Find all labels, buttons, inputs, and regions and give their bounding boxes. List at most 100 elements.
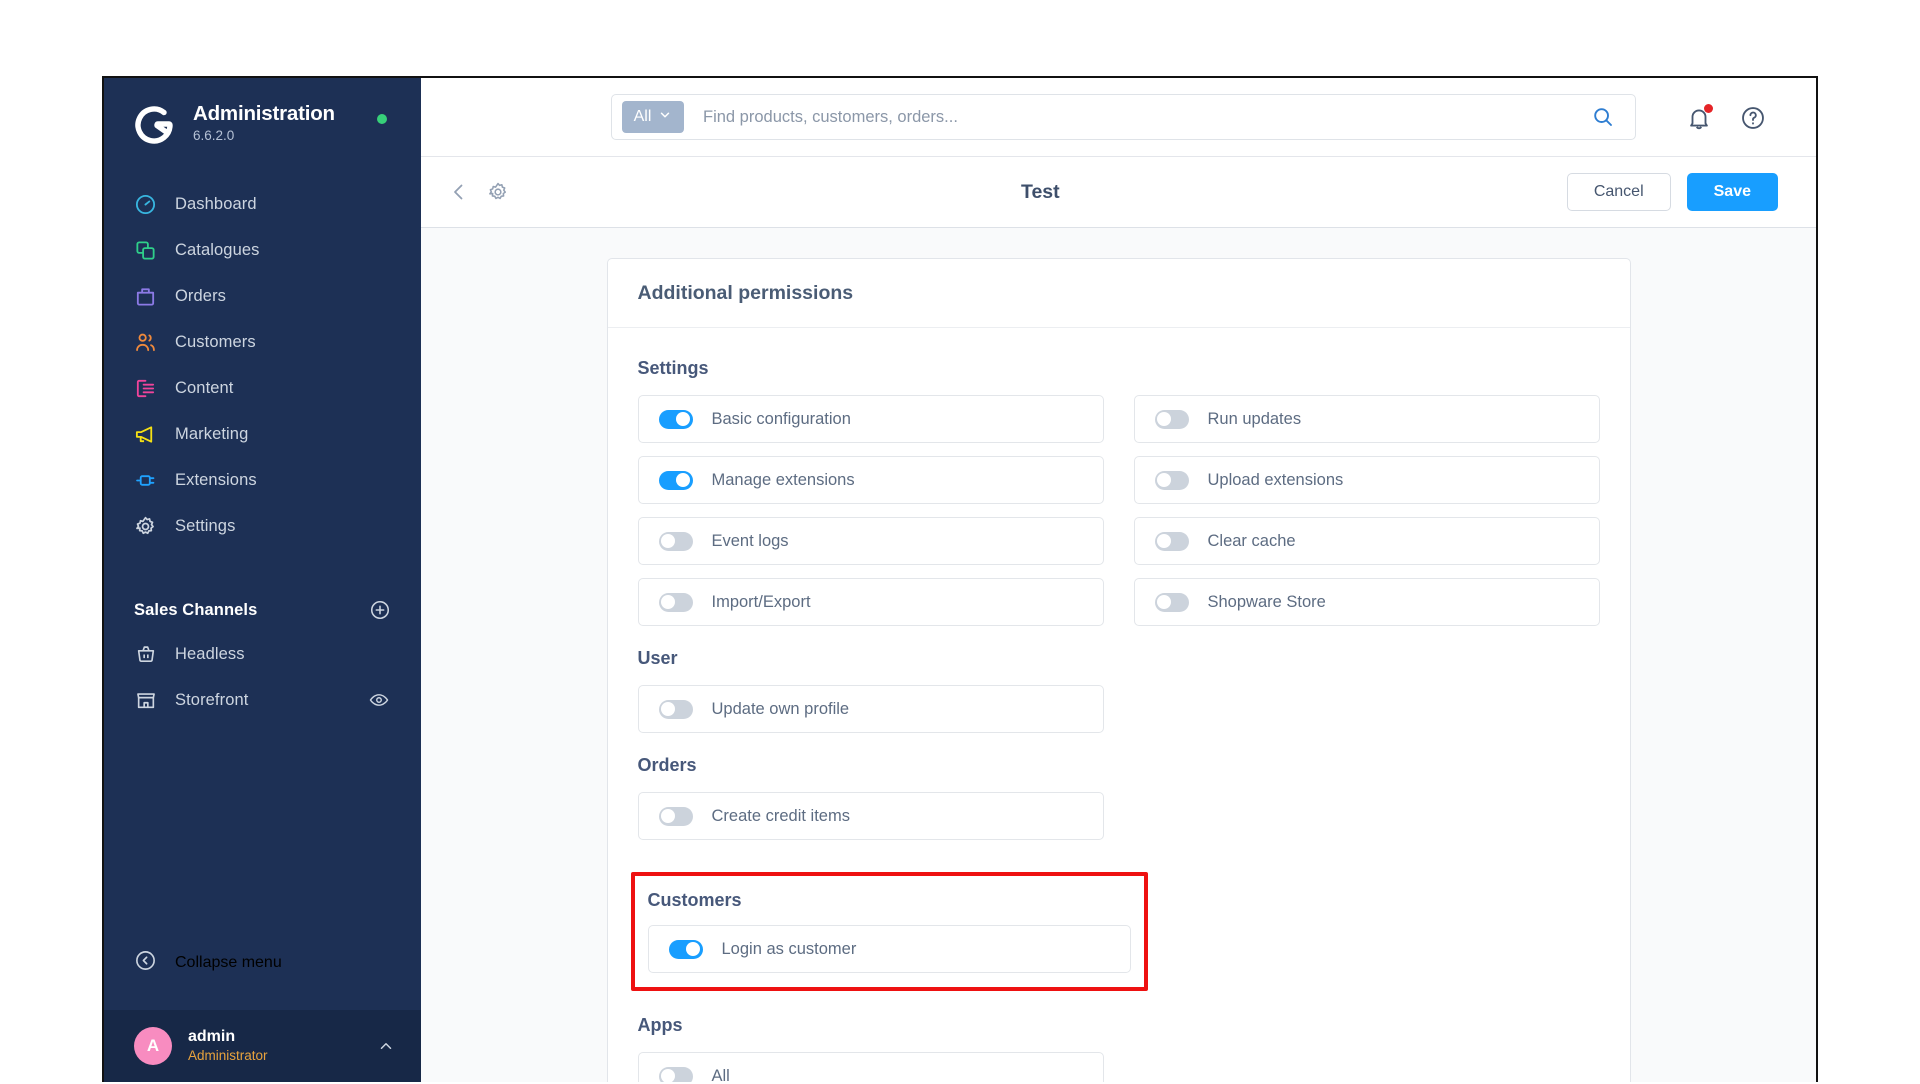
- avatar: A: [134, 1027, 172, 1065]
- online-dot-icon: [377, 114, 387, 124]
- page-header-actions: Cancel Save: [1566, 173, 1778, 211]
- save-button[interactable]: Save: [1686, 173, 1778, 211]
- sidebar-item-label: Marketing: [175, 424, 249, 443]
- toggle-knob: [661, 595, 675, 609]
- shopware-logo-icon: [134, 103, 176, 145]
- sidebar: Administration 6.6.2.0 Dashboard Catalog…: [104, 78, 421, 1082]
- sidebar-item-label: Catalogues: [175, 240, 260, 259]
- permission-label: Event logs: [711, 531, 789, 550]
- permission-grid: Create credit items: [637, 792, 1600, 840]
- chevron-down-icon: [658, 108, 672, 127]
- help-circle-icon[interactable]: [1740, 105, 1766, 131]
- storefront-icon: [134, 689, 157, 712]
- toggle-knob: [661, 809, 675, 823]
- screenshot-root: Administration 6.6.2.0 Dashboard Catalog…: [0, 0, 1920, 1084]
- cancel-button[interactable]: Cancel: [1566, 173, 1671, 211]
- permission-label: Create credit items: [711, 806, 850, 825]
- sidebar-item-label: Extensions: [175, 470, 257, 489]
- sidebar-item-settings[interactable]: Settings: [104, 503, 421, 549]
- permission-toggle-row[interactable]: Shopware Store: [1133, 578, 1600, 626]
- permission-group: Apps All: [637, 1015, 1600, 1082]
- application-window: Administration 6.6.2.0 Dashboard Catalog…: [102, 76, 1818, 1082]
- sidebar-item-catalogues[interactable]: Catalogues: [104, 227, 421, 273]
- toggle-switch[interactable]: [1154, 592, 1189, 612]
- sidebar-item-content[interactable]: Content: [104, 365, 421, 411]
- sidebar-item-orders[interactable]: Orders: [104, 273, 421, 319]
- sidebar-item-customers[interactable]: Customers: [104, 319, 421, 365]
- sidebar-user-menu[interactable]: A admin Administrator: [104, 1010, 421, 1082]
- sidebar-nav: Dashboard Catalogues Orders Customers Co…: [104, 181, 421, 549]
- sidebar-item-label: Headless: [175, 644, 245, 663]
- page-title: Test: [1021, 180, 1060, 203]
- permission-group-title: Customers: [647, 890, 742, 910]
- search-input[interactable]: [684, 107, 1591, 127]
- sidebar-item-headless[interactable]: Headless: [104, 631, 421, 677]
- permission-toggle-row[interactable]: Run updates: [1133, 395, 1600, 443]
- toggle-switch[interactable]: [668, 939, 703, 959]
- toggle-switch[interactable]: [1154, 470, 1189, 490]
- sidebar-item-label: Customers: [175, 332, 256, 351]
- toggle-switch[interactable]: [658, 592, 693, 612]
- permission-toggle-row[interactable]: Clear cache: [1133, 517, 1600, 565]
- collapse-menu-label: Collapse menu: [175, 954, 282, 971]
- sidebar-brand-title: Administration: [193, 102, 335, 125]
- sidebar-item-extensions[interactable]: Extensions: [104, 457, 421, 503]
- eye-icon[interactable]: [369, 690, 389, 710]
- content-icon: [134, 377, 157, 400]
- toggle-switch[interactable]: [658, 470, 693, 490]
- permission-label: Login as customer: [721, 939, 857, 958]
- catalogues-icon: [134, 239, 157, 262]
- permission-label: Clear cache: [1207, 531, 1296, 550]
- sidebar-item-label: Storefront: [175, 690, 249, 709]
- permission-toggle-row[interactable]: Event logs: [637, 517, 1104, 565]
- search-scope-select[interactable]: All: [622, 101, 684, 133]
- toggle-knob: [661, 1069, 675, 1082]
- sidebar-brand[interactable]: Administration 6.6.2.0: [104, 78, 421, 167]
- permission-group: User Update own profile: [637, 648, 1600, 733]
- notification-badge: [1704, 103, 1713, 113]
- permission-toggle-row[interactable]: Manage extensions: [637, 456, 1104, 504]
- permission-toggle-row[interactable]: Import/Export: [637, 578, 1104, 626]
- permission-toggle-row[interactable]: All: [637, 1052, 1104, 1082]
- permission-group-title: Apps: [637, 1015, 683, 1035]
- sidebar-item-storefront[interactable]: Storefront: [104, 677, 421, 723]
- sidebar-user-role: Administrator: [188, 1048, 268, 1064]
- chevron-left-icon[interactable]: [447, 180, 471, 204]
- toggle-switch[interactable]: [1154, 409, 1189, 429]
- permission-toggle-row[interactable]: Basic configuration: [637, 395, 1104, 443]
- permission-toggle-row[interactable]: Update own profile: [637, 685, 1104, 733]
- sidebar-item-marketing[interactable]: Marketing: [104, 411, 421, 457]
- marketing-icon: [134, 423, 157, 446]
- additional-permissions-card: Additional permissions Settings Basic con…: [606, 258, 1631, 1082]
- bell-icon[interactable]: [1686, 103, 1713, 131]
- toggle-knob: [1157, 534, 1171, 548]
- content-scroll-area: Additional permissions Settings Basic con…: [421, 228, 1816, 1082]
- toggle-switch[interactable]: [658, 409, 693, 429]
- sales-channels-title: Sales Channels: [134, 600, 258, 619]
- sidebar-item-label: Settings: [175, 516, 236, 535]
- toggle-switch[interactable]: [658, 806, 693, 826]
- toggle-switch[interactable]: [658, 1066, 693, 1082]
- permission-toggle-row[interactable]: Create credit items: [637, 792, 1104, 840]
- collapse-menu-button[interactable]: Collapse menu: [104, 940, 421, 986]
- settings-gear-icon[interactable]: [487, 181, 509, 203]
- toggle-knob: [686, 942, 700, 956]
- permission-label: Upload extensions: [1207, 470, 1344, 489]
- toggle-knob: [676, 412, 690, 426]
- search-icon[interactable]: [1591, 105, 1615, 129]
- permission-toggle-row[interactable]: Upload extensions: [1133, 456, 1600, 504]
- toggle-switch[interactable]: [658, 531, 693, 551]
- plus-circle-icon[interactable]: [369, 599, 391, 621]
- toggle-switch[interactable]: [658, 699, 693, 719]
- sidebar-item-dashboard[interactable]: Dashboard: [104, 181, 421, 227]
- permission-label: Update own profile: [711, 699, 850, 718]
- topbar-actions: [1686, 78, 1766, 157]
- extensions-icon: [134, 469, 157, 492]
- permission-toggle-row[interactable]: Login as customer: [647, 925, 1131, 973]
- toggle-switch[interactable]: [1154, 531, 1189, 551]
- main-area: All Find products, customers, orders... …: [421, 78, 1816, 1082]
- dashboard-icon: [134, 193, 157, 216]
